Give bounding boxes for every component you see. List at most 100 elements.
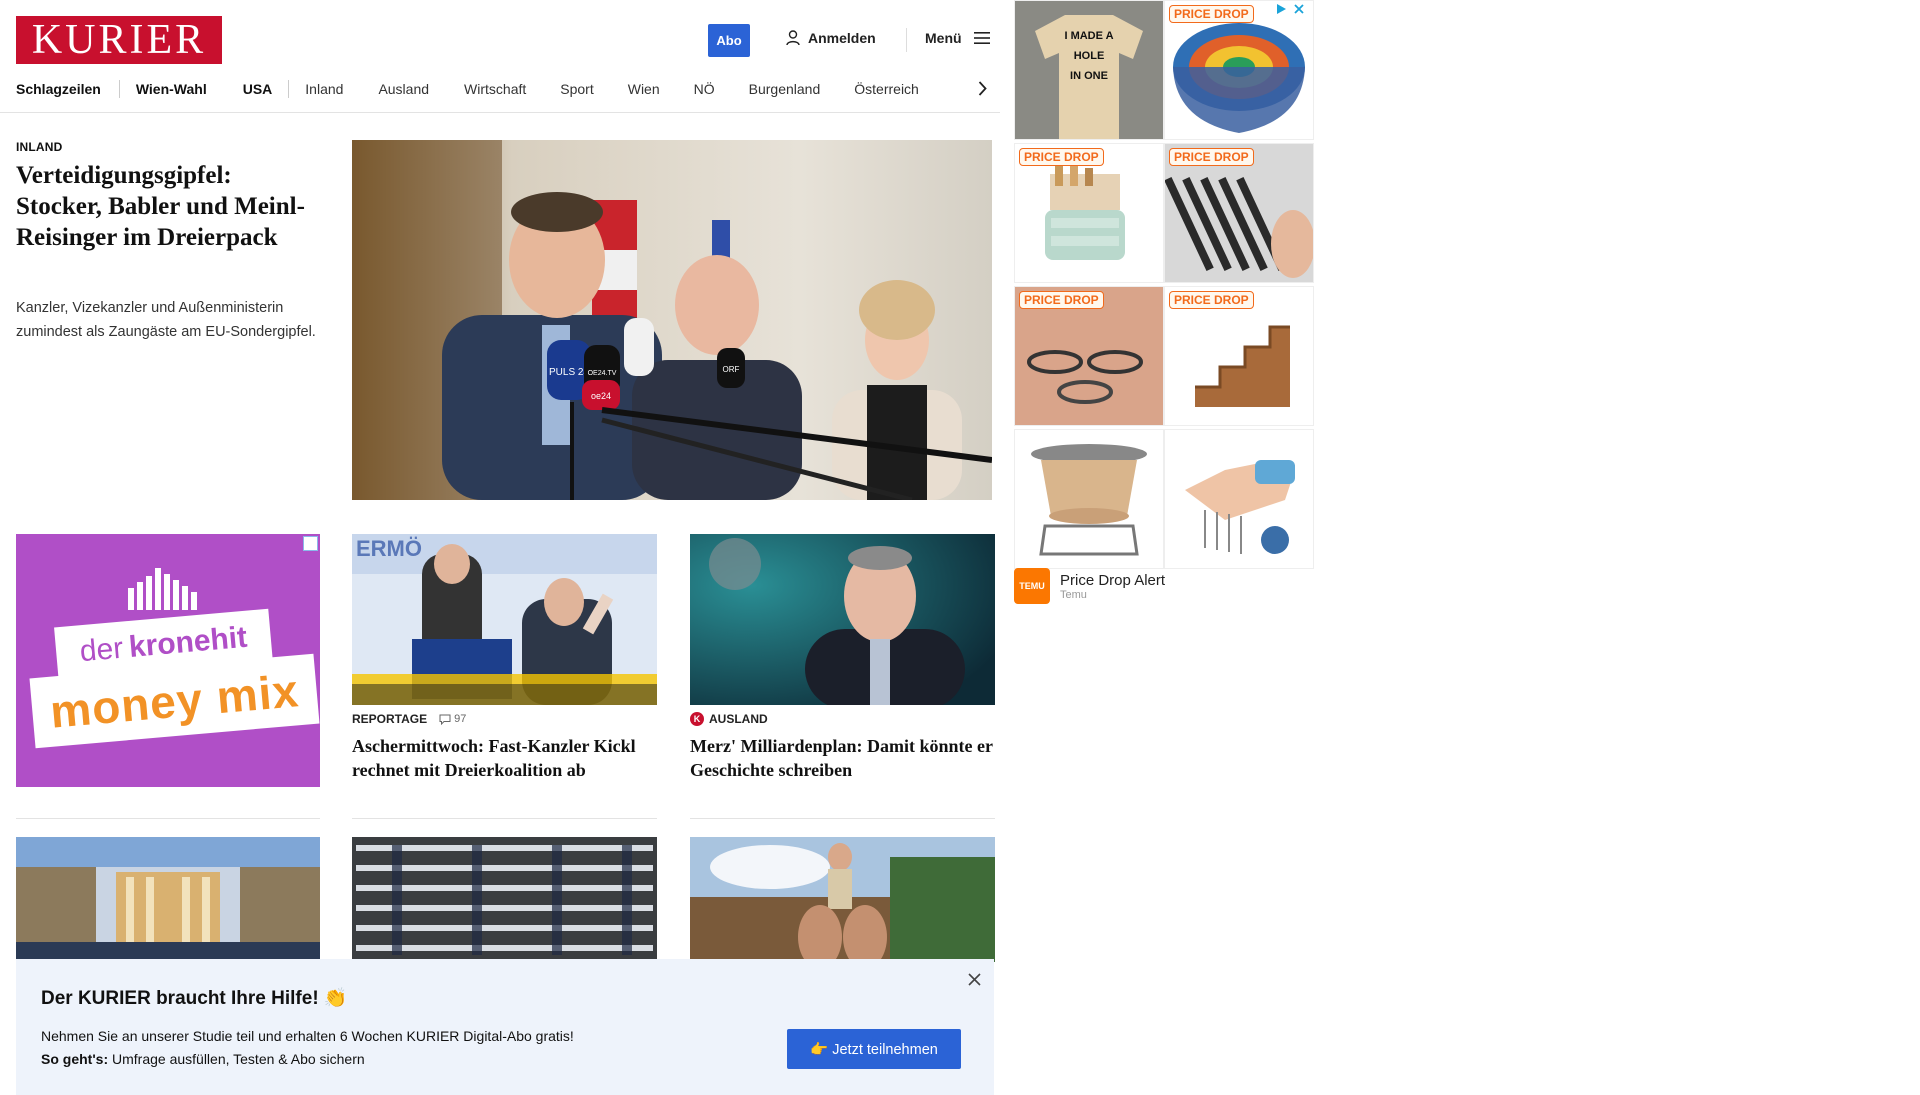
ad-product-hand-trainer[interactable]: [1164, 429, 1314, 569]
survey-banner: Der KURIER braucht Ihre Hilfe! 👏 Nehmen …: [16, 959, 994, 1095]
card-image-ausland[interactable]: [690, 534, 995, 705]
card-image-reportage[interactable]: ERMÖ: [352, 534, 657, 705]
temu-ad-brand: Temu: [1060, 588, 1087, 601]
nav-divider: [118, 80, 120, 98]
tshirt-image: I MADE A HOLE IN ONE: [1015, 1, 1163, 139]
price-drop-badge: PRICE DROP: [1169, 5, 1254, 23]
row-divider: [352, 818, 657, 819]
comment-icon: [439, 714, 451, 725]
mic-label-oe24: oe24: [591, 391, 611, 401]
card-image-cars[interactable]: [352, 837, 657, 962]
banner-text: Nehmen Sie an unserer Studie teil und er…: [41, 1028, 574, 1044]
crown-icon: [128, 568, 197, 610]
lead-article-image[interactable]: PULS 24 OE24.TV oe24 ORF: [352, 140, 992, 500]
lead-article-title[interactable]: Verteidigungsgipfel: Stocker, Babler und…: [16, 160, 306, 253]
header-divider-line: [0, 112, 1000, 113]
parking-lot-photo: [352, 837, 657, 962]
nav-item-wirtschaft[interactable]: Wirtschaft: [464, 81, 526, 97]
card-image-barefoot[interactable]: [690, 837, 995, 962]
temu-ad-footer[interactable]: TEMU Price Drop Alert Temu: [1014, 568, 1165, 604]
price-drop-badge: PRICE DROP: [1019, 148, 1104, 166]
main-navigation: Schlagzeilen Wien-Wahl USA Inland Auslan…: [16, 78, 919, 100]
kurier-logo[interactable]: KURIER: [16, 16, 222, 64]
nav-item-usa[interactable]: USA: [243, 81, 273, 97]
tshirt-text-3: IN ONE: [1070, 70, 1108, 82]
temu-ad-text: Price Drop Alert Temu: [1060, 572, 1165, 601]
kronehit-ad-banner[interactable]: der kronehit money mix: [16, 534, 320, 787]
row-divider: [690, 818, 995, 819]
card-kicker-label: AUSLAND: [709, 712, 768, 726]
ad-product-tshirt[interactable]: I MADE A HOLE IN ONE: [1014, 0, 1164, 140]
lead-article-kicker[interactable]: INLAND: [16, 140, 63, 154]
kronehit-name: kronehit: [127, 620, 249, 664]
price-drop-badge: PRICE DROP: [1169, 148, 1254, 166]
menu-button[interactable]: Menü: [925, 30, 990, 46]
close-icon: [967, 972, 981, 986]
merz-portrait-photo: [690, 534, 995, 705]
nav-item-inland[interactable]: Inland: [305, 81, 343, 97]
mic-label-oe24tv: OE24.TV: [588, 370, 617, 377]
user-icon: [786, 30, 800, 46]
card-kicker-label: REPORTAGE: [352, 712, 428, 726]
abo-button[interactable]: Abo: [708, 24, 750, 57]
banner-howto-label: So geht's:: [41, 1051, 109, 1067]
card-image-parliament[interactable]: [16, 837, 320, 962]
tshirt-text-2: HOLE: [1074, 50, 1105, 62]
chevron-right-icon: [978, 80, 987, 96]
mic-label-puls24: PULS 24: [549, 367, 589, 378]
comment-count-value: 97: [454, 713, 467, 725]
press-conference-photo: PULS 24 OE24.TV oe24 ORF: [352, 140, 992, 500]
rally-photo: ERMÖ: [352, 534, 657, 705]
nav-item-wien[interactable]: Wien: [628, 81, 660, 97]
nav-item-noe[interactable]: NÖ: [694, 81, 715, 97]
banner-howto-text: Umfrage ausfüllen, Testen & Abo sichern: [108, 1051, 365, 1067]
mic-label-orf: ORF: [723, 365, 740, 374]
close-icon[interactable]: [1292, 2, 1306, 16]
nav-item-ausland[interactable]: Ausland: [378, 81, 429, 97]
ad-product-tablecloth[interactable]: PRICE DROP: [1164, 0, 1314, 140]
nav-item-burgenland[interactable]: Burgenland: [749, 81, 821, 97]
nav-item-schlagzeilen[interactable]: Schlagzeilen: [16, 81, 101, 97]
card-kicker-reportage[interactable]: REPORTAGE 97: [352, 712, 466, 726]
logo-text: KURIER: [31, 17, 207, 63]
card-title-reportage[interactable]: Aschermittwoch: Fast-Kanzler Kickl rechn…: [352, 734, 657, 782]
temu-ad[interactable]: I MADE A HOLE IN ONE PRICE DROP PRICE DR…: [1010, 0, 1314, 612]
hamburger-icon: [973, 32, 990, 44]
ad-product-bracelets[interactable]: PRICE DROP: [1014, 286, 1164, 426]
row-divider: [16, 818, 320, 819]
ad-product-organizer[interactable]: PRICE DROP: [1014, 143, 1164, 283]
login-button[interactable]: Anmelden: [786, 30, 876, 46]
kurier-plus-badge-icon: K: [690, 712, 704, 726]
ad-product-pet-stairs[interactable]: PRICE DROP: [1164, 286, 1314, 426]
tshirt-text-1: I MADE A: [1064, 30, 1113, 42]
ad-controls: [1274, 2, 1306, 16]
money-mix-text: money mix: [48, 664, 301, 738]
price-drop-badge: PRICE DROP: [1169, 291, 1254, 309]
header-divider: [906, 28, 907, 52]
price-drop-badge: PRICE DROP: [1019, 291, 1104, 309]
lead-article-subtitle[interactable]: Kanzler, Vizekanzler und Außenministerin…: [16, 296, 316, 344]
hand-trainer-image: [1165, 430, 1313, 568]
nav-scroll-right-button[interactable]: [974, 78, 990, 98]
nav-item-wien-wahl[interactable]: Wien-Wahl: [136, 81, 207, 97]
temu-ad-title: Price Drop Alert: [1060, 571, 1166, 589]
ad-product-pens[interactable]: PRICE DROP: [1164, 143, 1314, 283]
kurier-page: KURIER Abo Anmelden Menü Schlagzeilen Wi…: [0, 0, 1000, 1095]
nav-item-sport[interactable]: Sport: [560, 81, 593, 97]
banner-close-button[interactable]: [963, 968, 985, 990]
banner-howto: So geht's: Umfrage ausfüllen, Testen & A…: [41, 1051, 365, 1067]
adchoices-icon[interactable]: [1274, 2, 1288, 16]
nav-divider: [288, 80, 290, 98]
menu-label: Menü: [925, 30, 962, 46]
nav-item-oesterreich[interactable]: Österreich: [854, 81, 919, 97]
kronehit-prefix: der: [78, 631, 125, 669]
ad-product-grill[interactable]: [1014, 429, 1164, 569]
login-label: Anmelden: [808, 30, 876, 46]
survey-join-button[interactable]: 👉 Jetzt teilnehmen: [787, 1029, 961, 1069]
barefoot-hiker-photo: [690, 837, 995, 962]
card-kicker-ausland[interactable]: K AUSLAND: [690, 712, 768, 726]
grill-image: [1015, 430, 1163, 568]
adchoices-icon[interactable]: [303, 536, 318, 551]
card-title-ausland[interactable]: Merz' Milliardenplan: Damit könnte er Ge…: [690, 734, 995, 782]
comment-count[interactable]: 97: [439, 713, 466, 725]
